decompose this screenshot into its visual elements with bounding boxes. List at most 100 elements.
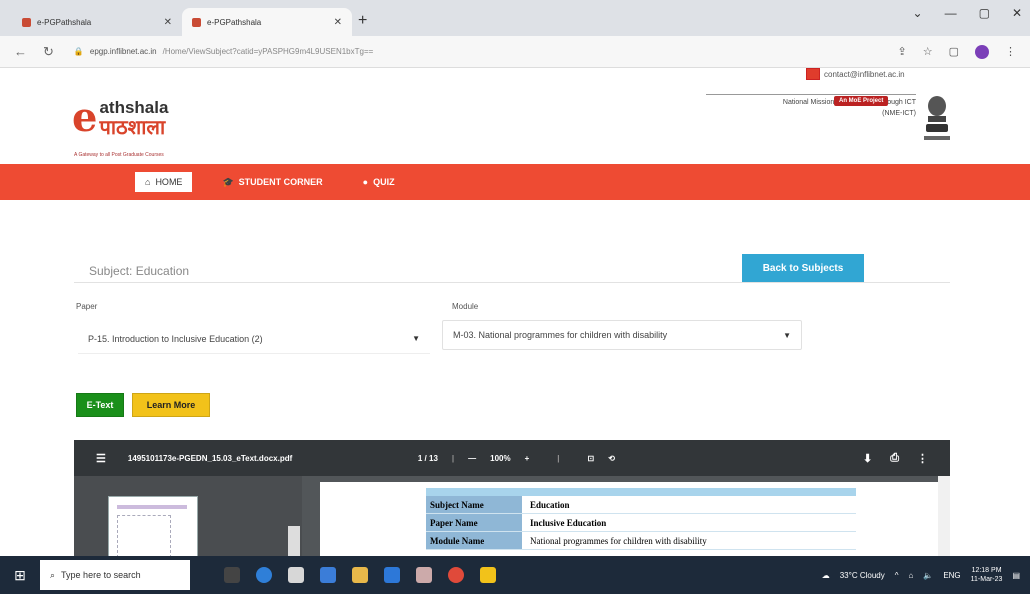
url-host: epgp.inflibnet.ac.in [89,47,157,56]
row-value: Inclusive Education [530,517,607,528]
more-options-icon[interactable]: ⋮ [917,452,928,465]
address-bar[interactable]: 🔒 epgp.inflibnet.ac.in /Home/ViewSubject… [70,41,882,63]
page-thumbnail[interactable] [108,496,198,556]
file-explorer-icon[interactable] [352,567,368,583]
bookmark-star-icon[interactable]: ☆ [923,45,933,58]
lock-icon: 🔒 [73,47,84,56]
browser-toolbar: ← ↻ 🔒 epgp.inflibnet.ac.in /Home/ViewSub… [0,36,1030,68]
row-value: Education [530,499,570,510]
module-select[interactable]: M-03. National programmes for children w… [442,320,802,350]
back-arrow-icon[interactable]: ← [14,44,27,59]
mail-app-icon[interactable] [320,567,336,583]
close-tab-icon[interactable]: ✕ [334,17,342,28]
store-icon[interactable] [288,567,304,583]
zoom-level[interactable]: 100% [490,454,510,463]
nav-quiz[interactable]: ● QUIZ [353,172,405,192]
new-tab-icon[interactable]: + [358,12,367,30]
question-circle-icon: ● [362,177,369,187]
profile-avatar-icon[interactable] [975,44,989,59]
minimize-icon[interactable]: — [945,6,957,20]
site-header: e athshala पाठशाला A Gateway to all Post… [0,68,1030,164]
search-icon: ⌕ [50,569,56,580]
task-view-icon[interactable] [224,567,240,583]
table-row: Subject Name Education [426,496,856,514]
nav-home[interactable]: ⌂ HOME [135,172,193,192]
tab-search-icon[interactable]: ⌄ [913,6,923,20]
page-indicator[interactable]: 1 / 13 [418,454,438,463]
logo-e: e [72,94,98,141]
word-icon[interactable] [384,567,400,583]
network-icon[interactable]: ⌂ [909,571,914,580]
mail-icon [806,68,820,80]
chevron-up-icon[interactable]: ^ [895,571,899,580]
menu-kebab-icon[interactable]: ⋮ [1005,45,1016,58]
files-icon[interactable] [480,567,496,583]
reload-icon[interactable]: ↻ [43,44,54,60]
windows-taskbar: ⊞ ⌕ Type here to search ☁ 33°C Cloudy ^ … [0,556,1030,594]
zoom-in-button[interactable]: + [525,454,530,463]
row-key: Paper Name [426,514,522,531]
clock-date: 11-Mar-23 [970,576,1003,583]
share-icon[interactable]: ⇪ [898,45,907,58]
learn-more-button[interactable]: Learn More [132,393,210,417]
mission-line-2: (NME-ICT) [882,110,916,117]
paper-select[interactable]: P-15. Introduction to Inclusive Educatio… [78,324,430,354]
document-scrollbar[interactable] [938,476,950,556]
clock[interactable]: 12:18 PM 11-Mar-23 [971,566,1003,584]
site-favicon-icon [22,17,31,27]
site-tagline: A Gateway to all Post Graduate Courses [74,152,164,158]
taskbar-search[interactable]: ⌕ Type here to search [40,560,190,590]
chevron-down-icon: ▼ [783,330,791,340]
site-favicon-icon [192,17,201,27]
close-window-icon[interactable]: ✕ [1012,6,1022,20]
nav-home-label: HOME [155,177,183,187]
tab-title: e-PGPathshala [37,17,92,27]
contact-email[interactable]: contact@inflibnet.ac.in [806,68,905,80]
rotate-icon[interactable]: ⟲ [608,454,615,463]
module-label: Module [452,302,479,311]
print-icon[interactable]: ⎙ [890,452,899,465]
thumbnail-block [117,515,171,556]
toolbar-separator: | [451,453,455,463]
graduation-cap-icon: 🎓 [222,176,234,187]
notifications-icon[interactable]: ▤ [1012,571,1020,580]
download-icon[interactable]: ⬇ [863,452,872,465]
language-indicator[interactable]: ENG [943,571,960,580]
table-row: Paper Name Inclusive Education [426,514,856,532]
etext-button[interactable]: E-Text [76,393,124,417]
main-nav: ⌂ HOME 🎓 STUDENT CORNER ● QUIZ [0,164,1030,200]
thumbnail-line [117,505,187,509]
browser-tab-active[interactable]: e-PGPathshala ✕ [182,8,352,36]
windows-start-icon[interactable]: ⊞ [0,556,40,594]
weather-text[interactable]: 33°C Cloudy [840,571,885,580]
row-key: Module Name [426,532,522,549]
fit-page-icon[interactable]: ⊡ [588,454,595,463]
subject-title: Subject: Education [89,264,190,278]
paper-select-value: P-15. Introduction to Inclusive Educatio… [88,333,263,344]
moe-project-badge: An MoE Project [834,96,889,106]
zoom-out-button[interactable]: — [468,454,476,463]
browser-tab[interactable]: e-PGPathshala ✕ [12,8,182,36]
chrome-icon[interactable] [448,567,464,583]
search-placeholder: Type here to search [61,570,141,580]
photos-icon[interactable] [416,567,432,583]
screen: e-PGPathshala ✕ e-PGPathshala ✕ + ⌄ — ▢ … [0,0,1030,594]
system-tray: ☁ 33°C Cloudy ^ ⌂ 🔈 ENG 12:18 PM 11-Mar-… [822,566,1020,584]
pdf-viewer: ☰ 1495101173e-PGEDN_15.03_eText.docx.pdf… [74,440,950,556]
maximize-icon[interactable]: ▢ [979,6,990,20]
thumbnail-pane [74,476,302,556]
logo-line-2: पाठशाला [99,117,166,139]
site-logo[interactable]: e athshala पाठशाला [72,94,169,141]
thumbnail-scrollbar[interactable] [288,526,300,556]
web-page: e athshala पाठशाला A Gateway to all Post… [0,68,1030,556]
menu-icon[interactable]: ☰ [96,452,106,465]
module-select-value: M-03. National programmes for children w… [453,330,668,340]
back-to-subjects-button[interactable]: Back to Subjects [742,254,864,282]
home-icon: ⌂ [145,177,151,187]
edge-icon[interactable] [256,567,272,583]
logo-line-1: athshala [99,98,169,117]
volume-icon[interactable]: 🔈 [923,571,933,580]
sidebar-icon[interactable]: ▢ [949,45,959,58]
close-tab-icon[interactable]: ✕ [164,17,172,28]
nav-student-corner[interactable]: 🎓 STUDENT CORNER [212,172,332,193]
